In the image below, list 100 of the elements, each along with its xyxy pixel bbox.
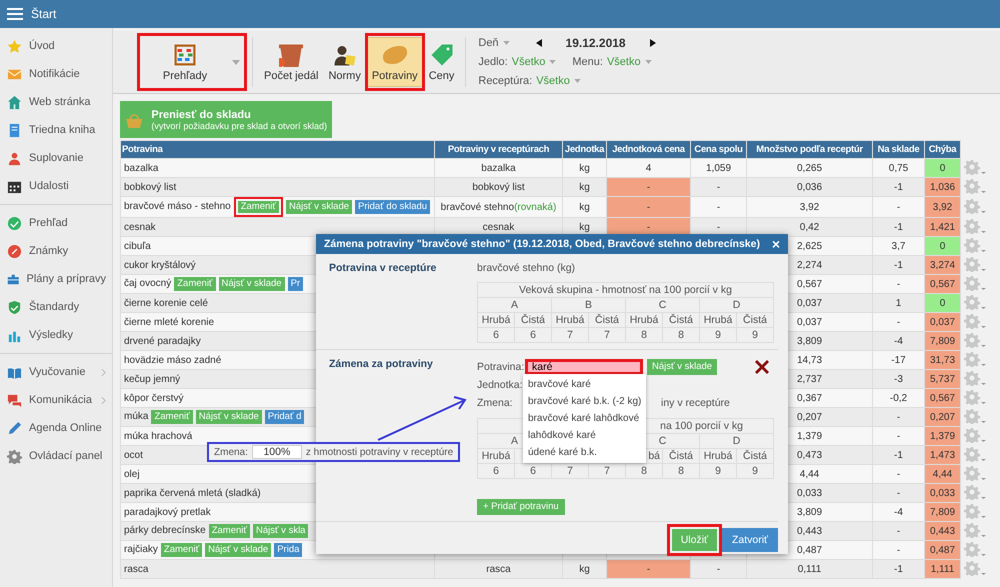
sidebar-item[interactable]: Plány a prípravy bbox=[0, 265, 112, 293]
sidebar-item[interactable]: Známky bbox=[0, 237, 112, 265]
food-name: drvené paradajky bbox=[124, 336, 201, 346]
menu-icon[interactable] bbox=[7, 7, 23, 21]
table-cell: 8 bbox=[626, 328, 662, 342]
table-cell: 0,111 bbox=[746, 560, 872, 578]
suggestion-item[interactable]: bravčové karé b.k. (-2 kg) bbox=[523, 393, 646, 410]
food-name: párky debrecínske bbox=[124, 525, 206, 536]
table-cell: - bbox=[606, 178, 690, 196]
gear-menu-icon[interactable] bbox=[964, 446, 986, 462]
gear-menu-icon[interactable] bbox=[964, 502, 986, 518]
table-cell: 0,207 bbox=[924, 408, 960, 426]
food-name: múka hrachová bbox=[124, 430, 192, 442]
gear-menu-icon[interactable] bbox=[964, 158, 986, 174]
food-name: paradajkový pretlak bbox=[124, 506, 211, 518]
caret-down-icon[interactable] bbox=[232, 60, 240, 64]
gear-menu-icon[interactable] bbox=[964, 370, 986, 386]
gear-menu-icon[interactable] bbox=[964, 256, 986, 272]
row-action-button[interactable]: Pr bbox=[288, 277, 304, 291]
recipe-food: bravčové stehno (kg) bbox=[477, 262, 576, 276]
pot-icon bbox=[279, 42, 304, 66]
table-cell: 3,7 bbox=[872, 236, 924, 256]
sidebar-item[interactable]: Udalosti bbox=[0, 172, 112, 200]
sidebar-item[interactable]: Suplovanie bbox=[0, 144, 112, 172]
gear-menu-icon[interactable] bbox=[964, 350, 986, 366]
sidebar-item[interactable]: Triedna kniha bbox=[0, 116, 112, 144]
food-name: cesnak bbox=[124, 222, 156, 232]
table-cell: 7,809 bbox=[924, 332, 960, 350]
gear-menu-icon[interactable] bbox=[964, 484, 986, 500]
dialog-button[interactable]: Zatvoriť bbox=[722, 528, 778, 552]
toolbar-button[interactable]: Počet jedál bbox=[259, 37, 324, 87]
sidebar-item[interactable]: Web stránka bbox=[0, 88, 112, 116]
gear-menu-icon[interactable] bbox=[964, 198, 986, 214]
sidebar-item[interactable]: Notifikácie bbox=[0, 60, 112, 88]
column-header: Cena spolu bbox=[690, 140, 746, 158]
suggestion-item[interactable]: bravčové karé bbox=[523, 376, 646, 393]
section-label: Zámena za potraviny bbox=[329, 358, 434, 370]
day-dropdown[interactable]: Deň bbox=[478, 37, 499, 49]
table-cell: 0,037 bbox=[924, 312, 960, 332]
gear-menu-icon[interactable] bbox=[964, 178, 986, 194]
table-cell: 4,44 bbox=[924, 464, 960, 484]
sidebar-item[interactable]: Úvod bbox=[0, 32, 112, 60]
field-hint: z hmotnosti potraviny v receptúre bbox=[306, 446, 454, 458]
table-cell: 3,274 bbox=[924, 256, 960, 274]
table-cell: 6 bbox=[478, 328, 514, 342]
sidebar-item[interactable]: Komunikácia bbox=[0, 386, 112, 414]
gear-menu-icon[interactable] bbox=[964, 426, 986, 442]
table-caption: Veková skupina - hmotnosť na 100 porcií v kg bbox=[478, 282, 774, 298]
table-cell: 7 bbox=[552, 328, 588, 342]
toolbar-button[interactable]: Prehľady bbox=[138, 37, 232, 87]
gear-menu-icon[interactable] bbox=[964, 522, 986, 538]
gear-menu-icon[interactable] bbox=[964, 408, 986, 424]
table-cell: 0,567 bbox=[924, 388, 960, 408]
gear-menu-icon[interactable] bbox=[964, 294, 986, 310]
table-cell: 3,92 bbox=[746, 196, 872, 218]
table-cell: - bbox=[606, 196, 690, 218]
delete-icon[interactable] bbox=[754, 359, 770, 375]
sidebar-item[interactable]: Výsledky bbox=[0, 321, 112, 349]
row-action-button[interactable]: Pridať d bbox=[264, 410, 304, 424]
date-label: 19.12.2018 bbox=[564, 36, 627, 50]
table-cell: -1 bbox=[872, 560, 924, 578]
row-action-button[interactable]: Pridať do skladu bbox=[355, 200, 430, 214]
table-cell: 9 bbox=[736, 328, 774, 342]
sidebar-item[interactable]: Vyučovanie bbox=[0, 358, 112, 386]
sidebar-item[interactable]: Prehľad bbox=[0, 209, 112, 237]
next-day-icon[interactable] bbox=[650, 39, 656, 47]
toolbar-button[interactable]: Normy bbox=[323, 37, 366, 87]
row-action-button[interactable]: Prida bbox=[274, 543, 302, 557]
table-cell: 0,265 bbox=[746, 158, 872, 178]
change-field[interactable]: 100% bbox=[252, 445, 302, 459]
person-icon bbox=[7, 150, 22, 166]
table-cell: kg bbox=[562, 158, 606, 178]
table-cell: - bbox=[872, 274, 924, 294]
sidebar-item[interactable]: Štandardy bbox=[0, 293, 112, 321]
table-cell: 0 bbox=[924, 294, 960, 312]
gear-menu-icon[interactable] bbox=[964, 274, 986, 290]
table-cell: 1 bbox=[872, 294, 924, 312]
gear-menu-icon[interactable] bbox=[964, 560, 986, 576]
gear-menu-icon[interactable] bbox=[964, 236, 986, 252]
sidebar-item[interactable]: Ovládací panel bbox=[0, 442, 112, 470]
food-name: rasca bbox=[124, 564, 148, 574]
food-search-field[interactable]: karé bbox=[525, 359, 643, 375]
table-cell: - bbox=[872, 408, 924, 426]
column-header: Čistá bbox=[514, 312, 552, 328]
column-header: Čistá bbox=[736, 312, 774, 328]
previous-day-icon[interactable] bbox=[536, 39, 542, 47]
gear-menu-icon[interactable] bbox=[964, 332, 986, 348]
gear-menu-icon[interactable] bbox=[964, 388, 986, 404]
chat-icon bbox=[7, 392, 22, 408]
filter-label: Jedlo: bbox=[478, 56, 508, 68]
close-button[interactable]: × bbox=[772, 236, 780, 252]
gear-menu-icon[interactable] bbox=[964, 540, 986, 556]
table-cell: -4 bbox=[872, 502, 924, 522]
sidebar-item[interactable]: Agenda Online bbox=[0, 414, 112, 442]
toolbar-button[interactable]: Ceny bbox=[424, 37, 460, 87]
column-header: Hrubá bbox=[700, 312, 736, 328]
gear-menu-icon[interactable] bbox=[964, 464, 986, 480]
gear-menu-icon[interactable] bbox=[964, 218, 986, 234]
gear-menu-icon[interactable] bbox=[964, 312, 986, 328]
toolbar-button[interactable]: Potraviny bbox=[366, 37, 424, 87]
